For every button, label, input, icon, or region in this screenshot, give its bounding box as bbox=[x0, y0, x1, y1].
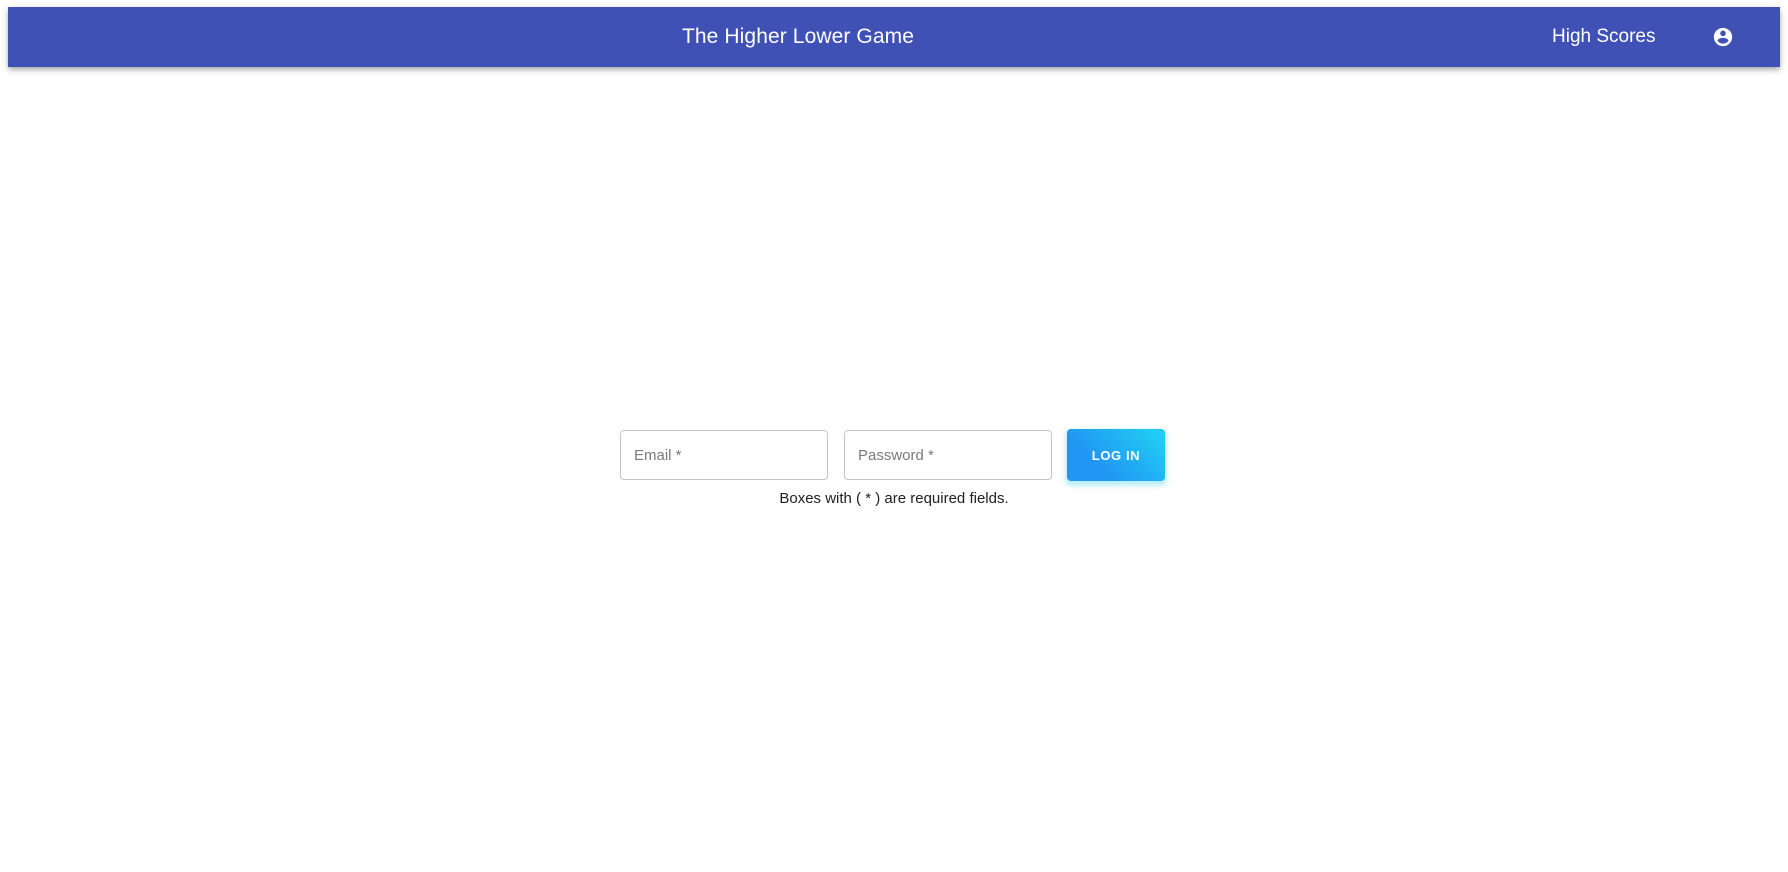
email-field[interactable] bbox=[634, 446, 814, 464]
password-field-container bbox=[844, 430, 1052, 480]
login-button[interactable]: LOG IN bbox=[1067, 429, 1165, 481]
account-circle-icon bbox=[1713, 27, 1733, 47]
account-button[interactable] bbox=[1708, 22, 1738, 52]
app-bar: The Higher Lower Game High Scores bbox=[8, 7, 1780, 67]
email-field-container bbox=[620, 430, 828, 480]
login-form: LOG IN bbox=[620, 429, 1165, 481]
password-field[interactable] bbox=[858, 446, 1038, 464]
app-title: The Higher Lower Game bbox=[681, 25, 915, 48]
required-fields-note: Boxes with ( * ) are required fields. bbox=[779, 490, 1009, 507]
high-scores-link[interactable]: High Scores bbox=[1548, 7, 1660, 67]
